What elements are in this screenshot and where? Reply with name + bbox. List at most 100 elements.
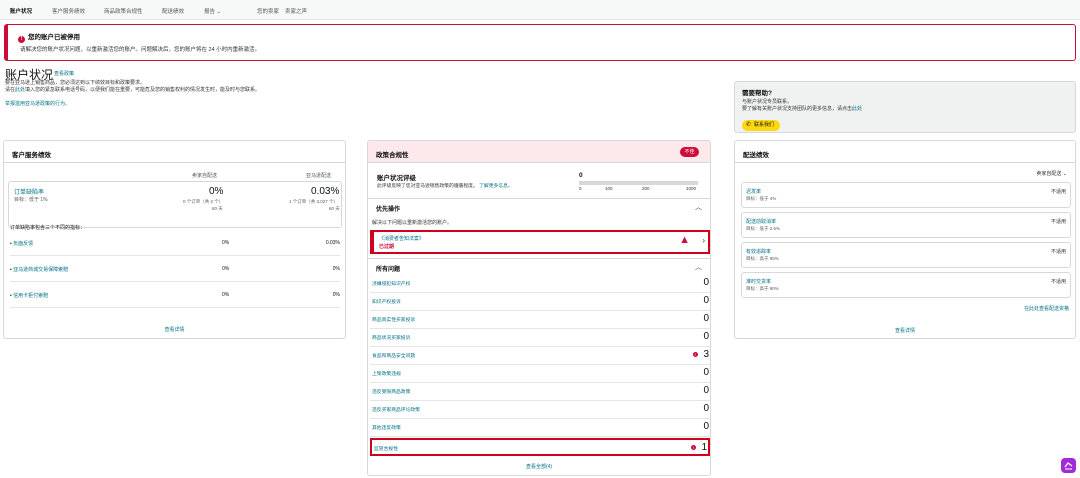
metric-row: • 亚马逊商城交易保障索赔 0% 0% — [10, 256, 340, 282]
emergency-suffix: 填入您的紧急联系电话号码，以便我们能在重要，可能危及您的销售权利的情况发生时，能… — [25, 87, 261, 93]
delivery-card-header: 配送绩效 — [735, 141, 1075, 163]
help-desc-prefix: 要了解有关账户状况支持团队的更多信息，请点击 — [742, 106, 853, 112]
tab-your-sellers[interactable]: 您的卖家 — [257, 7, 279, 15]
view-all-issues-link[interactable]: 查看全部(4) — [368, 463, 710, 470]
tab-policy-compliance[interactable]: 商品政策合规性 — [104, 7, 143, 15]
issue-count: 3 — [703, 349, 709, 360]
issue-count: 0 — [703, 313, 709, 324]
help-title: 需要帮助? — [742, 90, 772, 97]
issue-row[interactable]: 上架政策违规 0 — [370, 365, 710, 383]
emergency-prefix: 请在 — [5, 87, 16, 93]
tab-customer-service[interactable]: 客户服务绩效 — [52, 7, 85, 15]
tab-reports-label: 报告 — [204, 9, 216, 15]
app-logo-icon[interactable] — [1061, 458, 1076, 473]
help-here-link[interactable]: 此处 — [852, 106, 862, 112]
help-desc: 与账户状况专员联系。 — [742, 99, 793, 105]
tab-account-health[interactable]: 账户状况 — [10, 7, 32, 15]
delivery-metric: 配送前取消率 目标：低于 2.5% 不适用 — [741, 212, 1071, 238]
chevron-down-icon: ⌄ — [216, 9, 222, 15]
issue-name: 违反买家商品评论政策 — [372, 408, 420, 413]
metric-link[interactable]: 信用卡拒付索赔 — [13, 293, 48, 299]
chevron-up-icon: ︿ — [695, 204, 702, 211]
metric-link[interactable]: 准时交货率 — [746, 278, 771, 285]
issue-count: 0 — [703, 421, 709, 432]
issue-name: 商品状况买家投诉 — [372, 336, 411, 341]
alert-icon: ! — [18, 36, 25, 43]
metric-link[interactable]: 迟发率 — [746, 188, 761, 195]
odr-box: 订单缺陷率 目标：低于 1% 0% 0 个订单（共 2 个） 60 天 0.03… — [8, 181, 342, 228]
metric-fba: 0% — [332, 266, 340, 272]
priority-item[interactable]: 《消费者告知法案》 已过期 ▲ › — [370, 230, 710, 254]
odr-fba-days: 60 天 — [329, 206, 340, 211]
delivery-view-details-link[interactable]: 查看详情 — [735, 327, 1075, 334]
issue-row[interactable]: 商品状况买家投诉 0 — [370, 329, 710, 347]
deactivation-banner: ! 您的账户已被停用 请解决您的账户状况问题，以重新激活您的账户。问题解决后，您的… — [4, 24, 1076, 61]
warning-icon: ▲ — [679, 234, 690, 246]
issue-row[interactable]: 违反受限商品政策 0 — [370, 383, 710, 401]
issue-row-highlighted[interactable]: 监管合规性! 1 — [370, 438, 710, 456]
issue-row[interactable]: 违反买家商品评论政策 0 — [370, 401, 710, 419]
metric-link[interactable]: 有效追踪率 — [746, 248, 771, 255]
metric-link[interactable]: 负面反馈 — [13, 241, 33, 247]
odr-link[interactable]: 订单缺陷率 — [14, 187, 44, 196]
emergency-contact-link[interactable]: 此处 — [15, 87, 25, 93]
odr-fba-value: 0.03% — [311, 186, 340, 197]
rating-tick: 200 — [642, 186, 650, 191]
all-issues-section-header[interactable]: 所有问题 ︿ — [368, 258, 710, 274]
tab-seller-voice[interactable]: 卖家之声 — [285, 7, 307, 15]
issue-row[interactable]: 知识产权投诉 0 — [370, 293, 710, 311]
issue-name: 上架政策违规 — [372, 372, 401, 377]
rating-title: 账户状况评级 — [377, 175, 416, 182]
policy-card-title: 政策合规性 — [376, 152, 409, 159]
delivery-metric: 有效追踪率 目标：高于 95% 不适用 — [741, 242, 1071, 268]
metric-name: • 负面反馈 — [10, 241, 34, 247]
chevron-right-icon: › — [702, 236, 705, 245]
contact-us-button[interactable]: ✆ 联系我们 — [742, 120, 780, 131]
metric-link[interactable]: 配送前取消率 — [746, 218, 776, 225]
tab-shipping[interactable]: 配送绩效 — [162, 7, 184, 15]
issue-row[interactable]: 商品真实性买家投诉 0 — [370, 311, 710, 329]
issue-count: 0 — [703, 277, 709, 288]
phone-icon: ✆ — [746, 122, 752, 128]
banner-title: 您的账户已被停用 — [28, 34, 80, 41]
issue-row[interactable]: 涉嫌侵犯知识产权 0 — [370, 275, 710, 293]
cs-col-merchant: 卖家自配送 — [192, 173, 218, 179]
issue-name: 监管合规性 — [374, 447, 398, 452]
policy-card-header: 政策合规性 不佳 — [368, 141, 710, 163]
delivery-metric: 准时交货率 目标：高于 90% 不适用 — [741, 272, 1071, 298]
tab-reports[interactable]: 报告 ⌄ — [204, 7, 221, 15]
contact-us-label: 联系我们 — [754, 122, 775, 128]
metric-link[interactable]: 亚马逊商城交易保障索赔 — [13, 267, 68, 273]
issue-row[interactable]: 其他违反政策 0 — [370, 419, 710, 437]
all-issues-title: 所有问题 — [376, 267, 401, 273]
metric-name: • 亚马逊商城交易保障索赔 — [10, 267, 69, 273]
rating-bar — [579, 181, 698, 185]
metric-goal: 目标：高于 95% — [746, 256, 779, 261]
issue-row[interactable]: 食品和商品安全问题! 3 — [370, 347, 710, 365]
logo-glyph — [1064, 462, 1073, 470]
delivery-performance-card: 配送绩效 卖家自配送 ⌄ 迟发率 目标：低于 4% 不适用 配送前取消率 目标：低于 … — [734, 140, 1076, 339]
fulfillment-filter-dropdown[interactable]: 卖家自配送 ⌄ — [1036, 170, 1067, 177]
rating-desc: 此评级反映了您对亚马逊销售政策的遵循程度。 了解更多信息。 — [377, 182, 513, 189]
learn-more-link[interactable]: 了解更多信息。 — [479, 184, 513, 189]
shipping-eligibility-link[interactable]: 在此处查看配送资格 — [1024, 305, 1069, 312]
rating-tick: 0 — [579, 186, 582, 191]
metric-goal: 目标：低于 4% — [746, 196, 777, 201]
rating-tick: 1000 — [686, 186, 697, 191]
issue-name: 涉嫌侵犯知识产权 — [372, 282, 411, 287]
metric-goal: 目标：低于 2.5% — [746, 226, 781, 231]
priority-item-name: 《消费者告知法案》 — [379, 236, 425, 242]
view-policy-link[interactable]: 查看政策 — [54, 70, 74, 77]
emergency-contact-text: 请在此处填入您的紧急联系电话号码，以便我们能在重要，可能危及您的销售权利的情况发… — [5, 86, 260, 93]
rating-desc-text: 此评级反映了您对亚马逊销售政策的遵循程度。 — [377, 184, 478, 189]
issue-count: 0 — [703, 331, 709, 342]
metric-value: 不适用 — [1050, 189, 1066, 195]
cs-view-details-link[interactable]: 查看详情 — [4, 326, 345, 333]
metric-fba: 0% — [332, 292, 340, 298]
priority-section-header[interactable]: 优先操作 ︿ — [368, 198, 710, 214]
filter-label: 卖家自配送 — [1036, 171, 1062, 177]
issue-name: 食品和商品安全问题 — [372, 354, 416, 359]
priority-item-status: 已过期 — [379, 244, 395, 250]
report-abuse-link[interactable]: 举报滥用亚马逊政策的行为。 — [5, 100, 70, 107]
priority-title: 优先操作 — [376, 207, 401, 213]
